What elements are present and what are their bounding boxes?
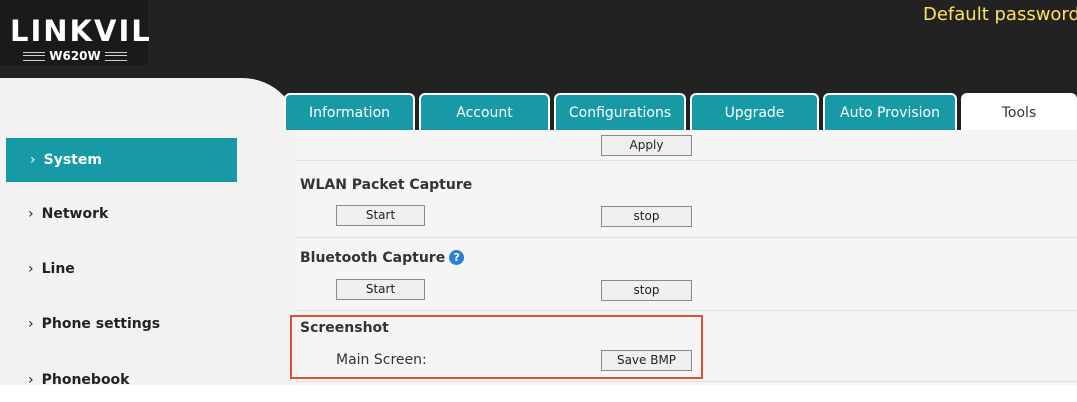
sidebar-item-label: Phone settings [41,316,161,332]
logo-model-text: W620W [49,49,101,63]
question-circle-icon[interactable]: ? [449,250,465,265]
sidebar-item-phonebook[interactable]: › Phonebook [0,358,237,402]
apply-button[interactable]: Apply [601,135,692,156]
section-divider [296,310,1077,311]
sidebar-item-label: Phonebook [41,372,130,388]
logo-left-lines [23,52,46,61]
tab-tools[interactable]: Tools [961,93,1077,130]
chevron-right-icon: › [28,316,34,332]
chevron-right-icon: › [28,206,34,222]
sidebar-item-line[interactable]: › Line [0,247,237,291]
wlan-capture-title: WLAN Packet Capture [300,177,473,193]
tab-auto-provision[interactable]: Auto Provision [823,93,957,130]
screenshot-highlight-box [290,315,703,379]
chevron-right-icon: › [30,152,36,168]
section-divider [296,381,1077,382]
logo-right-lines [104,52,127,61]
section-divider [296,160,1077,161]
tab-configurations[interactable]: Configurations [554,93,686,130]
sidebar-item-network[interactable]: › Network [0,192,237,236]
logo-brand-text: LINKVIL [10,14,152,48]
tab-account[interactable]: Account [419,93,550,130]
bluetooth-start-button[interactable]: Start [336,279,425,300]
logo-model-line: W620W [12,49,138,63]
sidebar-item-system[interactable]: › System [6,138,237,182]
bluetooth-capture-label: Bluetooth Capture [300,250,446,266]
sidebar-item-phone-settings[interactable]: › Phone settings [0,302,237,346]
brand-logo: LINKVIL W620W [0,0,150,65]
chevron-right-icon: › [28,372,34,388]
tab-upgrade[interactable]: Upgrade [690,93,819,130]
bluetooth-stop-button[interactable]: stop [601,280,692,301]
section-divider [296,237,1077,238]
wlan-start-button[interactable]: Start [336,205,425,226]
default-password-notice[interactable]: Default password [923,4,1077,26]
wlan-stop-button[interactable]: stop [601,206,692,227]
sidebar-item-label: System [43,152,102,168]
sidebar-item-label: Network [41,206,109,222]
tab-information[interactable]: Information [284,93,415,130]
sidebar-item-label: Line [41,261,75,277]
top-header [0,0,1077,90]
chevron-right-icon: › [28,261,34,277]
bluetooth-capture-title: Bluetooth Capture? [300,250,465,266]
